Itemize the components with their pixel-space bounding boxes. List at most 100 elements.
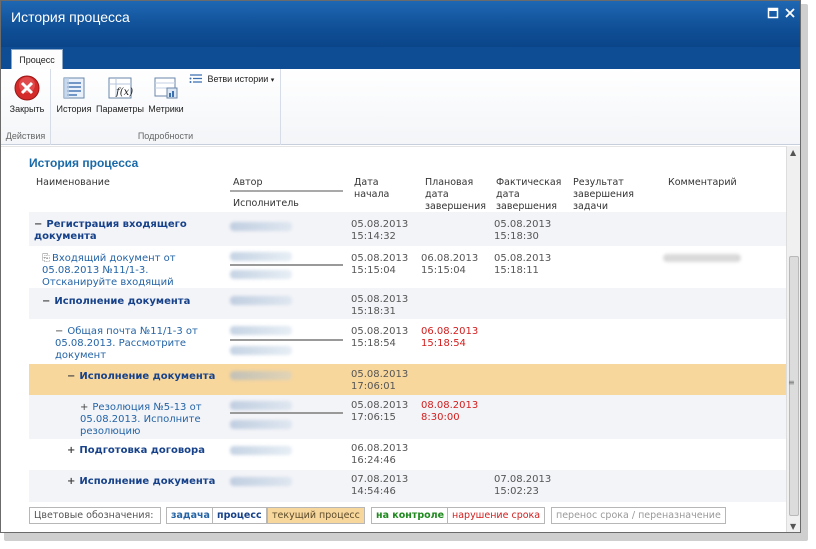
author-blurred bbox=[230, 401, 292, 410]
close-circle-icon bbox=[14, 75, 40, 101]
row-start: 05.08.2013 17:06:15 bbox=[351, 400, 409, 423]
col-actual-header: Фактическая дата завершения bbox=[496, 177, 562, 212]
row-name[interactable]: + Исполнение документа bbox=[67, 476, 227, 488]
metrics-button-label: Метрики bbox=[148, 104, 184, 114]
close-button-label: Закрыть bbox=[9, 104, 45, 114]
col-result-header: Результат завершения задачи bbox=[573, 177, 634, 212]
ribbon: Закрыть Действия История f(x) Параметры bbox=[1, 69, 800, 145]
legend-process: процесс bbox=[212, 507, 267, 524]
executor-blurred bbox=[230, 420, 292, 429]
col-executor-header: Исполнитель bbox=[233, 198, 299, 209]
author-blurred bbox=[230, 296, 292, 305]
collapse-toggle[interactable]: − bbox=[42, 296, 50, 307]
ribbon-group-actions-label: Действия bbox=[5, 131, 46, 141]
row-name-text[interactable]: Резолюция №5-13 от 05.08.2013. Исполните… bbox=[80, 402, 202, 437]
author-blurred bbox=[230, 477, 292, 486]
metrics-chart-icon bbox=[153, 75, 179, 101]
ribbon-group-details-label: Подробности bbox=[137, 131, 194, 141]
executor-blurred bbox=[230, 346, 292, 355]
col-planned-header: Плановая дата завершения bbox=[425, 177, 486, 212]
row-name[interactable]: − Общая почта №11/1-3 от 05.08.2013. Расс… bbox=[55, 326, 225, 362]
maximize-icon[interactable] bbox=[766, 7, 780, 21]
branches-label: Ветви истории bbox=[207, 73, 269, 84]
row-name-text[interactable]: Регистрация входящего документа bbox=[34, 219, 187, 242]
legend-on-control: на контроле bbox=[371, 507, 450, 524]
row-name[interactable]: + Резолюция №5-13 от 05.08.2013. Исполнит… bbox=[80, 402, 230, 438]
function-icon: f(x) bbox=[107, 75, 133, 101]
ribbon-group-details: История f(x) Параметры Метрики Ветви ист… bbox=[51, 69, 281, 145]
history-button[interactable]: История bbox=[55, 75, 93, 114]
ribbon-group-actions: Закрыть Действия bbox=[1, 69, 51, 145]
row-name-text[interactable]: Подготовка договора bbox=[79, 445, 205, 456]
row-name-text[interactable]: Исполнение документа bbox=[54, 296, 190, 307]
executor-blurred bbox=[230, 270, 292, 279]
scroll-grip-icon: ≡ bbox=[788, 378, 795, 387]
row-start: 05.08.2013 15:15:04 bbox=[351, 253, 409, 276]
branches-icon bbox=[189, 73, 203, 86]
row-planned-overdue: 06.08.2013 15:18:54 bbox=[421, 326, 479, 349]
row-start: 05.08.2013 15:14:32 bbox=[351, 219, 409, 242]
window-title: История процесса bbox=[11, 9, 130, 25]
legend-current-process: текущий процесс bbox=[267, 507, 365, 524]
history-branches-dropdown[interactable]: Ветви истории ▾ bbox=[189, 73, 274, 86]
row-start: 05.08.2013 17:06:01 bbox=[351, 369, 409, 392]
row-name-text[interactable]: Исполнение документа bbox=[79, 371, 215, 382]
row-name-text[interactable]: Общая почта №11/1-3 от 05.08.2013. Рассм… bbox=[55, 326, 198, 361]
expand-toggle[interactable]: + bbox=[80, 402, 88, 413]
scroll-up-icon[interactable]: ▲ bbox=[790, 148, 796, 157]
author-rule bbox=[230, 190, 343, 192]
metrics-button[interactable]: Метрики bbox=[147, 75, 185, 114]
svg-text:f(x): f(x) bbox=[115, 87, 133, 98]
row-planned-overdue: 08.08.2013 8:30:00 bbox=[421, 400, 479, 423]
col-author-header: Автор bbox=[233, 177, 263, 188]
row-actual: 05.08.2013 15:18:30 bbox=[494, 219, 552, 242]
collapse-toggle[interactable]: − bbox=[67, 371, 75, 382]
history-icon bbox=[61, 75, 87, 101]
row-start: 07.08.2013 14:54:46 bbox=[351, 474, 409, 497]
author-rule bbox=[230, 412, 343, 414]
vertical-scrollbar[interactable]: ▲ ≡ ▼ bbox=[786, 146, 800, 532]
expand-toggle[interactable]: + bbox=[67, 445, 75, 456]
row-name-text[interactable]: Исполнение документа bbox=[79, 476, 215, 487]
history-button-label: История bbox=[56, 104, 92, 114]
history-content: История процесса Наименование Автор Испо… bbox=[1, 146, 786, 532]
author-blurred bbox=[230, 222, 292, 231]
section-title: История процесса bbox=[29, 156, 139, 170]
tab-process[interactable]: Процесс bbox=[11, 49, 63, 70]
legend-overdue: нарушение срока bbox=[447, 507, 546, 524]
row-start: 06.08.2013 16:24:46 bbox=[351, 443, 409, 466]
parameters-button-label: Параметры bbox=[96, 104, 144, 114]
col-comment-header: Комментарий bbox=[668, 177, 737, 188]
ribbon-tabs: Процесс bbox=[1, 47, 800, 70]
collapse-toggle[interactable]: − bbox=[34, 219, 42, 230]
row-planned: 06.08.2013 15:15:04 bbox=[421, 253, 479, 276]
paperclip-icon: ⎘ bbox=[42, 253, 50, 264]
close-button[interactable]: Закрыть bbox=[7, 75, 47, 114]
row-name[interactable]: − Исполнение документа bbox=[67, 371, 227, 383]
author-blurred bbox=[230, 446, 292, 455]
chevron-down-icon: ▾ bbox=[270, 76, 275, 84]
row-actual: 05.08.2013 15:18:11 bbox=[494, 253, 552, 276]
collapse-toggle[interactable]: − bbox=[55, 326, 63, 337]
col-start-header: Дата начала bbox=[354, 177, 390, 200]
dialog-window: История процесса Процесс Закрыть Действи… bbox=[0, 0, 801, 533]
author-blurred bbox=[230, 326, 292, 335]
row-actual: 07.08.2013 15:02:23 bbox=[494, 474, 552, 497]
row-start: 05.08.2013 15:18:54 bbox=[351, 326, 409, 349]
author-rule bbox=[230, 339, 343, 341]
legend-task: задача bbox=[166, 507, 215, 524]
close-window-icon[interactable] bbox=[783, 7, 797, 21]
legend-label: Цветовые обозначения: bbox=[29, 507, 161, 524]
expand-toggle[interactable]: + bbox=[67, 476, 75, 487]
author-rule bbox=[230, 264, 343, 266]
legend-reschedule: перенос срока / переназначение bbox=[551, 507, 726, 524]
divider bbox=[1, 146, 786, 147]
scroll-down-icon[interactable]: ▼ bbox=[790, 522, 796, 531]
col-name-header: Наименование bbox=[36, 177, 110, 188]
row-name[interactable]: − Исполнение документа bbox=[42, 296, 222, 308]
row-name[interactable]: − Регистрация входящего документа bbox=[34, 219, 224, 243]
author-blurred bbox=[230, 371, 292, 380]
row-name[interactable]: + Подготовка договора bbox=[67, 445, 227, 457]
parameters-button[interactable]: f(x) Параметры bbox=[95, 75, 145, 114]
row-start: 05.08.2013 15:18:31 bbox=[351, 294, 409, 317]
